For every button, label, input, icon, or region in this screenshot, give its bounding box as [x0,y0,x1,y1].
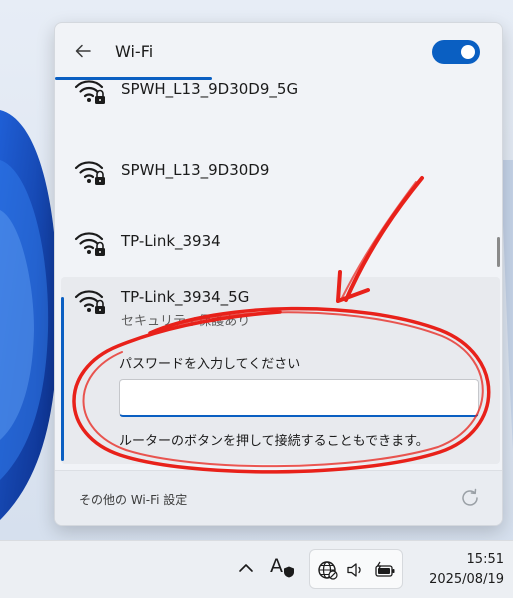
network-item-expanded[interactable]: TP-Link_3934_5G セキュリティ保護あり パスワードを入力してくださ… [61,277,500,464]
refresh-icon[interactable] [459,487,481,509]
speaker-icon [347,563,361,577]
taskbar: A 15:51 2025/08/19 [0,540,513,598]
scrollbar-thumb[interactable] [497,237,500,267]
wifi-secured-icon [74,161,105,185]
network-name: SPWH_L13_9D30D9 [121,161,270,179]
router-button-hint: ルーターのボタンを押して接続することもできます。 [119,434,429,449]
wifi-secured-icon [74,290,105,314]
network-item[interactable]: SPWH_L13_9D30D9_5G [55,80,492,136]
chevron-up-icon[interactable] [238,561,254,575]
wifi-title: Wi-Fi [115,42,154,61]
wifi-flyout: Wi-Fi SPWH_L13_9D30D9_5G SPWH_L13_9D30D9… [54,22,503,526]
network-list[interactable]: SPWH_L13_9D30D9_5G SPWH_L13_9D30D9 TP-Li… [55,80,502,470]
password-label: パスワードを入力してください [119,357,301,372]
wifi-secured-icon [74,232,105,256]
clock-date: 2025/08/19 [429,572,504,587]
battery-charging-icon [375,561,395,577]
password-input[interactable] [119,379,479,417]
system-clock[interactable]: 15:51 2025/08/19 [414,550,504,590]
clock-time: 15:51 [466,552,504,567]
back-arrow-icon[interactable] [73,41,93,61]
network-security-status: セキュリティ保護あり [121,314,251,329]
network-name: TP-Link_3934 [121,232,221,250]
selection-accent-bar [61,297,64,461]
wifi-footer: その他の Wi-Fi 設定 [55,470,502,525]
globe-network-icon [318,561,338,580]
network-item[interactable]: TP-Link_3934 [55,214,492,270]
quick-settings-button[interactable] [309,549,403,589]
network-item[interactable]: SPWH_L13_9D30D9 [55,143,492,199]
ime-indicator[interactable]: A [270,555,283,577]
wifi-secured-icon [74,80,105,104]
network-name: TP-Link_3934_5G [121,288,250,306]
network-name: SPWH_L13_9D30D9_5G [121,80,299,98]
more-wifi-settings-link[interactable]: その他の Wi-Fi 設定 [79,491,187,508]
wifi-header: Wi-Fi [55,23,502,80]
toggle-knob [461,45,475,59]
shield-icon [284,566,294,578]
wifi-toggle[interactable] [432,40,480,64]
